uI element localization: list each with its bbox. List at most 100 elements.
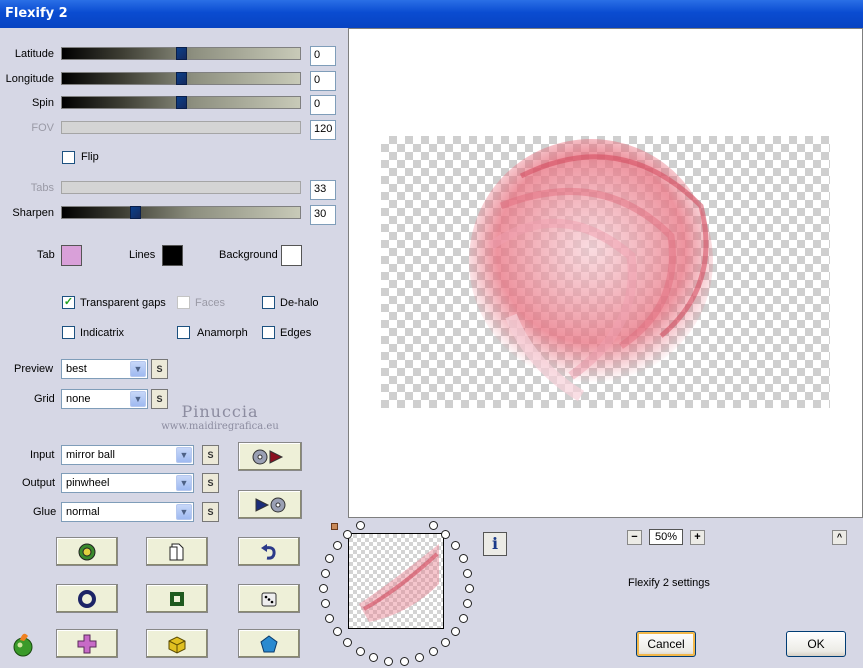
output-s-button[interactable]: S [202,473,219,493]
navigator-dot [463,599,473,609]
longitude-input[interactable]: 0 [310,71,336,91]
flip-label: Flip [81,151,99,163]
settings-label: Flexify 2 settings [628,577,710,589]
flip-checkbox[interactable] [62,151,75,164]
navigator-dot [451,541,461,551]
indicatrix-label: Indicatrix [80,327,125,339]
sharpen-input[interactable]: 30 [310,205,336,225]
navigator-dot [355,520,365,530]
latitude-thumb[interactable] [176,47,187,60]
edges-checkbox[interactable] [262,326,275,339]
spin-input[interactable]: 0 [310,95,336,115]
ok-button[interactable]: OK [786,631,846,657]
navigator-handle-icon[interactable] [331,523,338,530]
glue-label: Glue [33,506,57,518]
preview-s-button[interactable]: S [151,359,168,379]
input-s-button[interactable]: S [202,445,219,465]
sharpen-slider[interactable] [61,206,301,219]
collapse-button[interactable]: ^ [832,530,847,545]
navigator-dot [465,584,474,593]
zoom-out-button[interactable]: − [627,530,642,545]
navigator-dot [319,584,328,593]
grid-select[interactable]: none ▼ [61,389,148,409]
ring-icon [78,589,96,608]
longitude-thumb[interactable] [176,72,187,85]
lines-color-swatch[interactable] [162,245,183,266]
info-button[interactable]: i [483,532,507,556]
background-color-label: Background [219,249,278,261]
tabs-label: Tabs [30,182,54,194]
input-select-value: mirror ball [66,449,115,461]
grid-select-value: none [66,393,91,405]
background-color-swatch[interactable] [281,245,302,266]
pentagon-icon [260,634,278,652]
anamorph-checkbox[interactable] [177,326,190,339]
fov-input[interactable]: 120 [310,120,336,140]
input-label: Input [30,449,55,461]
de-halo-checkbox[interactable] [262,296,275,309]
tab-color-label: Tab [37,249,55,261]
cancel-button[interactable]: Cancel [636,631,696,657]
preview-label: Preview [14,363,54,375]
chevron-down-icon: ▼ [176,504,192,520]
navigator-dot [440,638,450,648]
sharpen-thumb[interactable] [130,206,141,219]
fov-label: FOV [31,122,54,134]
latitude-slider[interactable] [61,47,301,60]
glue-select[interactable]: normal ▼ [61,502,194,522]
longitude-slider[interactable] [61,72,301,85]
glue-select-value: normal [66,506,100,518]
dice-icon [261,592,277,606]
window-title: Flexify 2 [5,6,68,21]
edges-label: Edges [280,327,312,339]
output-label: Output [22,477,56,489]
latitude-input[interactable]: 0 [310,46,336,66]
thumbnail-preview[interactable] [348,533,444,629]
output-to-input-button[interactable] [238,490,302,519]
cube-button[interactable] [146,629,208,658]
cross-icon [77,634,97,653]
thumbnail-swirl-image [359,544,439,622]
navigator-dot [463,568,473,578]
pentagon-button[interactable] [238,629,300,658]
faces-checkbox [177,296,190,309]
chevron-down-icon: ▼ [130,391,146,407]
navigator-dot [369,653,379,663]
navigator-dot [343,638,353,648]
ring-button[interactable] [56,584,118,613]
tabs-input[interactable]: 33 [310,180,336,200]
navigator-dot [451,626,461,636]
output-select[interactable]: pinwheel ▼ [61,473,194,493]
input-to-output-button[interactable] [238,442,302,471]
input-select[interactable]: mirror ball ▼ [61,445,194,465]
spin-slider[interactable] [61,96,301,109]
de-halo-label: De-halo [280,297,319,309]
undo-button[interactable] [238,537,300,566]
navigator-dot [355,647,365,657]
navigator-dot [428,647,438,657]
disc-to-arrow-icon [252,449,284,464]
navigator-dot [414,653,424,663]
new-button[interactable] [146,537,208,566]
transparent-gaps-checkbox[interactable]: ✓ [62,296,75,309]
dice-button[interactable] [238,584,300,613]
glue-s-button[interactable]: S [202,502,219,522]
tab-color-swatch[interactable] [61,245,82,266]
preview-select[interactable]: best ▼ [61,359,148,379]
latitude-label: Latitude [14,48,54,60]
square-button[interactable] [146,584,208,613]
navigator-dot [332,626,342,636]
indicatrix-checkbox[interactable] [62,326,75,339]
navigator-dot [428,520,438,530]
spin-thumb[interactable] [176,96,187,109]
square-frame-icon [170,591,184,606]
transparent-gaps-label: Transparent gaps [80,297,166,309]
chevron-down-icon: ▼ [130,361,146,377]
zoom-in-button[interactable]: + [690,530,705,545]
longitude-label: Longitude [5,73,54,85]
random-button[interactable] [56,537,118,566]
lines-color-label: Lines [129,249,156,261]
navigator-dot [320,599,330,609]
cross-button[interactable] [56,629,118,658]
chevron-down-icon: ▼ [176,447,192,463]
